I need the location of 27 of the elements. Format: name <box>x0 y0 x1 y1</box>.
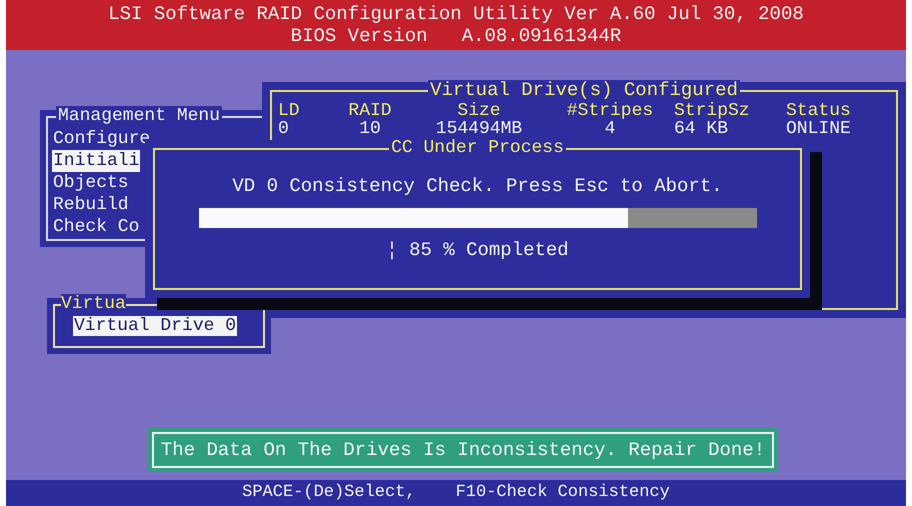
table-cell-text: 154494MB <box>434 120 524 138</box>
panel-title: Management Menu <box>56 106 222 126</box>
table-cell-text: 0 <box>278 120 290 138</box>
progress-status: ¦ 85 % Completed <box>386 240 569 260</box>
column-header: Size <box>456 102 502 120</box>
panel-title: Virtual Drive(s) Configured <box>428 80 740 100</box>
table-cell-text: ONLINE <box>786 120 852 138</box>
menu-item[interactable]: Rebuild <box>52 194 130 216</box>
menu-item[interactable]: Check Co <box>52 216 140 238</box>
column-header: Status <box>786 102 852 120</box>
table-cell-text: 4 <box>604 120 616 138</box>
key-hint: F10-Check Consistency <box>456 483 670 503</box>
column-header: StripSz <box>673 102 751 120</box>
notice-message: The Data On The Drives Is Inconsistency. Repair Done! <box>160 440 766 460</box>
dialog-message: VD 0 Consistency Check. Press Esc to Abort. <box>232 176 723 196</box>
table-cell-text: 10 <box>358 120 382 138</box>
table-cell-text: 64 KB <box>673 120 730 138</box>
key-hint: SPACE-(De)Select, <box>242 483 416 503</box>
list-item[interactable]: Virtual Drive 0 <box>73 316 238 336</box>
column-header: RAID <box>347 102 393 120</box>
bios-version: BIOS Version A.08.09161344R <box>290 25 622 47</box>
menu-item[interactable]: Initiali <box>52 150 140 172</box>
column-header: LD <box>278 102 301 120</box>
menu-item[interactable]: Configure <box>52 128 152 150</box>
app-title: LSI Software RAID Configuration Utility Ver A.60 Jul 30, 2008 <box>108 3 804 25</box>
menu-item[interactable]: Objects <box>52 172 130 194</box>
column-header: #Stripes <box>566 102 654 120</box>
